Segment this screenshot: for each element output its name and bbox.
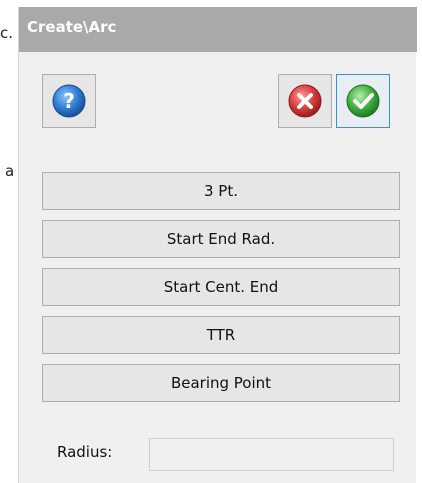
radius-input[interactable]: [149, 438, 394, 471]
start-center-end-button[interactable]: Start Cent. End: [42, 268, 400, 306]
question-mark-icon: ?: [52, 84, 86, 118]
svg-text:?: ?: [63, 89, 75, 113]
green-check-icon: [346, 84, 380, 118]
background-text-fragment: c.: [0, 24, 14, 42]
three-point-button[interactable]: 3 Pt.: [42, 172, 400, 210]
cancel-button[interactable]: [278, 74, 332, 128]
ttr-button[interactable]: TTR: [42, 316, 400, 354]
red-x-icon: [288, 84, 322, 118]
bearing-point-button[interactable]: Bearing Point: [42, 364, 400, 402]
title-bar[interactable]: Create\Arc: [19, 7, 417, 52]
create-arc-dialog: Create\Arc ? 3 Pt. Start End Rad. Start …: [18, 7, 417, 483]
ok-button[interactable]: [336, 74, 390, 128]
background-text-fragment: a: [5, 162, 15, 180]
help-button[interactable]: ?: [42, 74, 96, 128]
start-end-radius-button[interactable]: Start End Rad.: [42, 220, 400, 258]
radius-label: Radius:: [57, 443, 113, 461]
dialog-title: Create\Arc: [27, 18, 117, 36]
